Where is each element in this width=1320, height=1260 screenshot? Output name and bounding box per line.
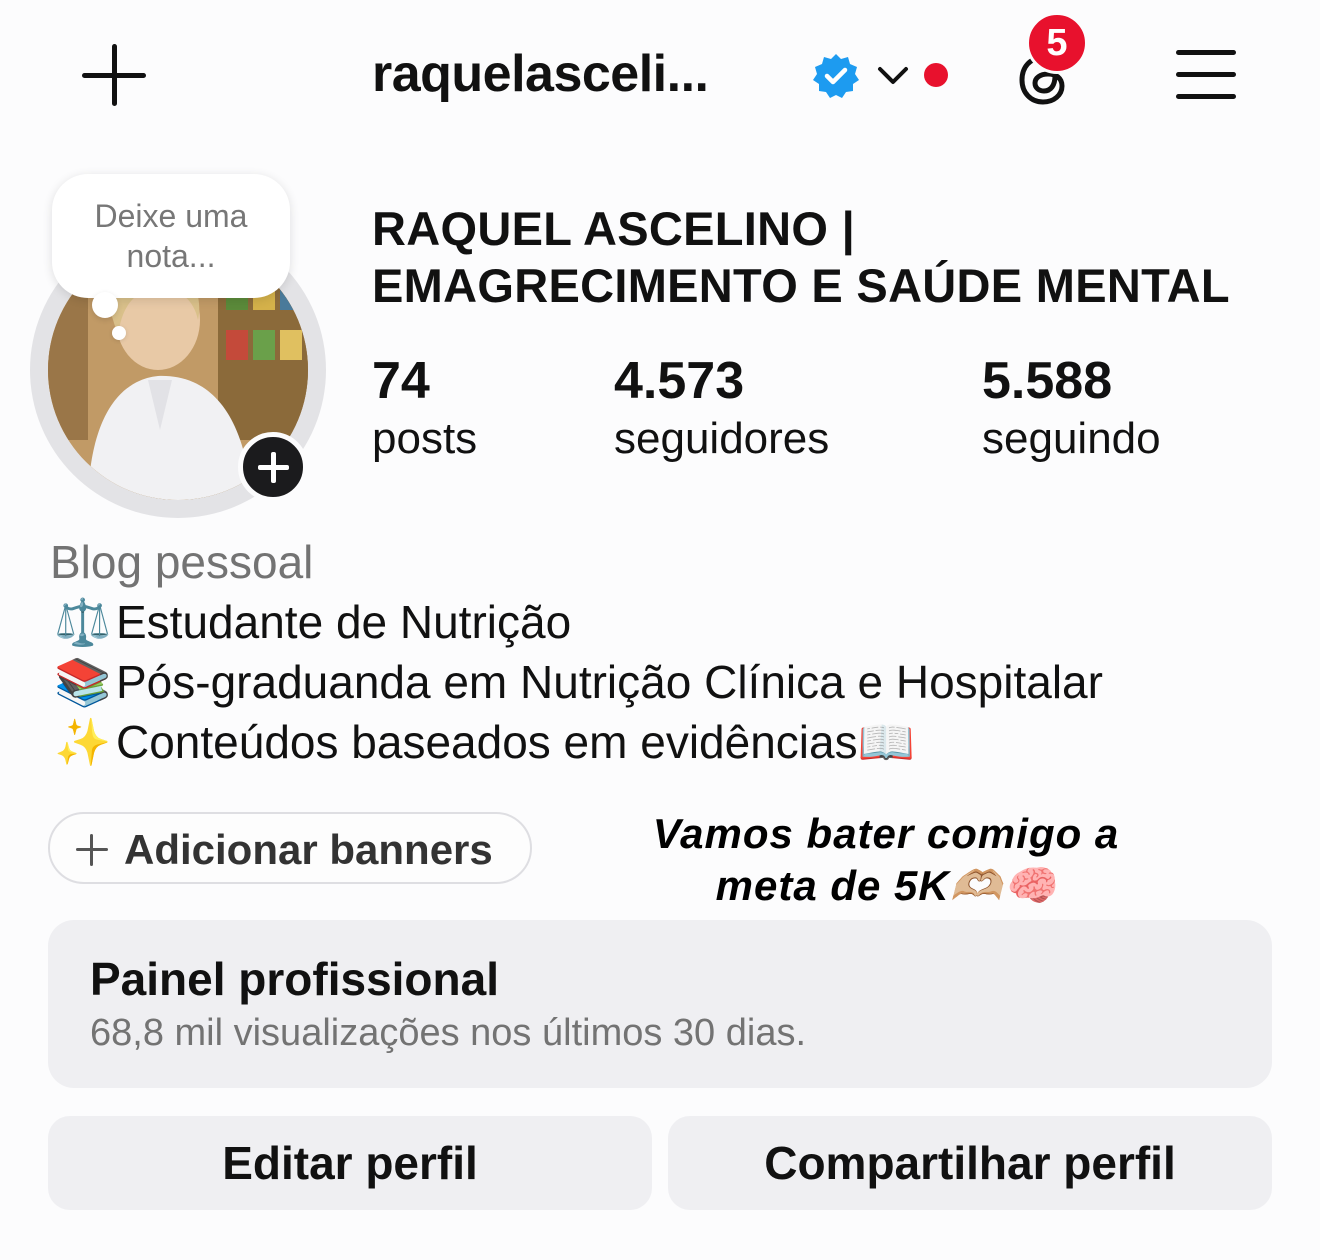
add-banners-label: Adicionar banners [124,826,493,873]
stat-following[interactable]: 5.588 seguindo [982,352,1161,468]
verified-badge-icon [813,54,859,98]
dashboard-subtitle: 68,8 mil visualizações nos últimos 30 di… [90,1012,807,1054]
add-story-button[interactable] [238,432,308,502]
books-icon: 📚 [54,656,112,708]
bio-line: ⚖️Estudante de Nutrição [50,592,571,652]
username-switcher[interactable]: raquelasceli... [372,44,709,104]
menu-icon[interactable] [1176,50,1236,100]
display-name: RAQUEL ASCELINO | EMAGRECIMENTO E SAÚDE … [372,200,1292,314]
stat-followers-label: seguidores [614,414,830,463]
stat-posts-value: 74 [372,352,430,410]
note-bubble-tail-small [112,326,126,340]
stat-following-label: seguindo [982,414,1161,463]
stat-posts[interactable]: 74 posts [372,352,477,468]
create-plus-icon[interactable] [82,44,146,108]
bio-text: Estudante de Nutrição [116,596,572,648]
share-profile-button[interactable]: Compartilhar perfil [668,1116,1272,1210]
profile-category: Blog pessoal [50,536,314,588]
bio-line: 📚Pós-graduanda em Nutrição Clínica e Hos… [50,652,1103,712]
stat-posts-label: posts [372,414,478,463]
bio-text: Conteúdos baseados em evidências📖 [116,716,915,768]
unread-dot [924,63,948,87]
bio-text: Pós-graduanda em Nutrição Clínica e Hosp… [116,656,1103,708]
dashboard-title: Painel profissional [90,953,499,1005]
professional-dashboard[interactable]: Painel profissional 68,8 mil visualizaçõ… [48,920,1272,1088]
chevron-down-icon[interactable] [876,60,910,90]
goal-caption-line2: meta de 5K🫶🏼🧠 [715,862,1057,909]
note-placeholder: Deixe uma nota... [94,198,248,274]
note-bubble-tail [92,292,118,318]
display-name-line1: RAQUEL ASCELINO | [372,202,856,255]
goal-caption-line1: Vamos bater comigo a [652,810,1120,857]
stat-followers-value: 4.573 [614,352,745,410]
plus-icon [76,834,108,866]
notification-badge: 5 [1026,12,1088,74]
display-name-line2: EMAGRECIMENTO E SAÚDE MENTAL [372,259,1230,312]
stat-following-value: 5.588 [982,352,1113,410]
goal-caption: Vamos bater comigo a meta de 5K🫶🏼🧠 [596,808,1176,912]
stat-followers[interactable]: 4.573 seguidores [614,352,829,468]
edit-profile-button[interactable]: Editar perfil [48,1116,652,1210]
scales-icon: ⚖️ [54,596,112,648]
add-banners-button[interactable]: Adicionar banners [48,812,532,884]
bio-line: ✨Conteúdos baseados em evidências📖 [50,712,915,772]
sparkles-icon: ✨ [54,716,112,768]
note-bubble[interactable]: Deixe uma nota... [52,174,290,298]
